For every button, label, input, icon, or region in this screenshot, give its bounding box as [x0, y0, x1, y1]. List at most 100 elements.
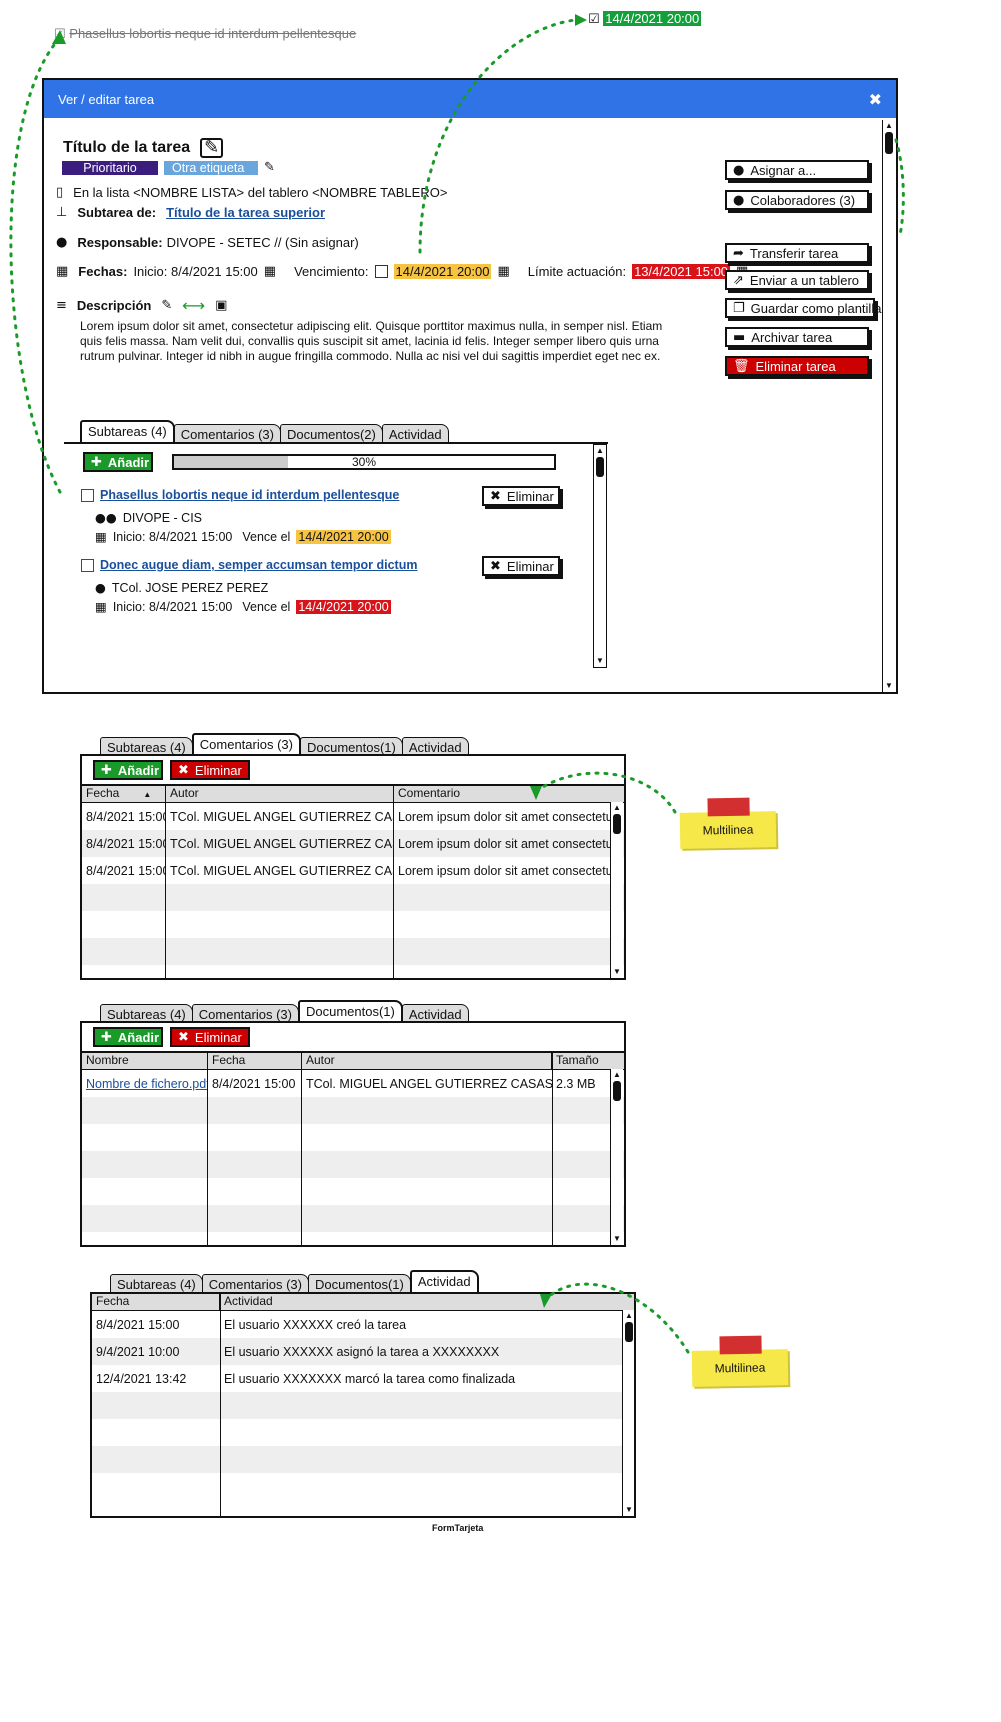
responsible-value[interactable]: DIVOPE - SETEC // (Sin asignar)	[167, 235, 359, 250]
responsible-label: Responsable:	[77, 235, 163, 250]
cell: TCol. MIGUEL ANGEL GUTIERREZ CASAS	[170, 863, 394, 878]
subtask-checkbox[interactable]	[81, 558, 94, 572]
column-header[interactable]: Actividad	[220, 1294, 620, 1310]
tab-activity[interactable]: Actividad	[381, 424, 449, 444]
due-checkbox[interactable]	[374, 265, 388, 278]
limit-date[interactable]: 13/4/2021 15:00	[632, 264, 731, 279]
table-row	[82, 1124, 624, 1151]
add-document-button[interactable]: ✚ Añadir	[93, 1027, 163, 1047]
edit-title-icon[interactable]: ✎	[200, 138, 224, 158]
tag-priority[interactable]: Prioritario	[62, 160, 158, 175]
subtask-delete-button[interactable]: ✖ Eliminar	[482, 556, 560, 576]
tab-activity[interactable]: Actividad	[409, 1270, 479, 1294]
table-row[interactable]: 8/4/2021 15:00 El usuario XXXXXX creó la …	[92, 1311, 634, 1338]
send-board-button[interactable]: ⇗ Enviar a un tablero	[725, 270, 869, 290]
calendar-icon[interactable]: ▦	[497, 264, 509, 279]
close-icon[interactable]: ✖	[869, 90, 882, 109]
subtasks-scrollbar[interactable]: ▲ ▼	[593, 444, 607, 668]
add-comment-button[interactable]: ✚ Añadir	[93, 760, 163, 780]
note-text: Multilinea	[702, 822, 754, 838]
description-label: Descripción	[76, 298, 152, 313]
tab-subtasks[interactable]: Subtareas (4)	[110, 1274, 203, 1294]
activity-scrollbar[interactable]: ▲ ▼	[622, 1310, 634, 1516]
subtask-delete-button[interactable]: ✖ Eliminar	[482, 486, 560, 506]
collaborators-button[interactable]: ● Colaboradores (3)	[725, 190, 869, 210]
table-row	[82, 1097, 624, 1124]
cell: 8/4/2021 15:00	[212, 1076, 296, 1091]
table-row	[82, 1205, 624, 1232]
scroll-down-icon[interactable]: ▼	[594, 655, 606, 667]
column-header[interactable]: Fecha	[92, 1294, 220, 1310]
scroll-down-icon[interactable]: ▼	[611, 1233, 623, 1245]
column-header[interactable]: Fecha	[208, 1053, 302, 1069]
archive-button[interactable]: ▬ Archivar tarea	[725, 327, 869, 347]
subtask-owner: ●● DIVOPE - CIS	[95, 510, 202, 525]
dialog-scrollbar[interactable]: ▲ ▼	[882, 120, 895, 692]
scroll-up-icon[interactable]: ▲	[594, 445, 606, 457]
close-icon: ✖	[490, 558, 501, 574]
subtask-due: 14/4/2021 20:00	[296, 599, 391, 614]
add-subtask-button[interactable]: ✚ Añadir	[83, 452, 153, 472]
table-row[interactable]: 8/4/2021 15:00 TCol. MIGUEL ANGEL GUTIERR…	[82, 857, 624, 884]
table-row[interactable]: 8/4/2021 15:00 TCol. MIGUEL ANGEL GUTIERR…	[82, 830, 624, 857]
scroll-thumb[interactable]	[885, 132, 893, 154]
parent-task-link[interactable]: Título de la tarea superior	[166, 205, 325, 220]
transfer-button[interactable]: ➦ Transferir tarea	[725, 243, 869, 263]
tabs-activity: Subtareas (4) Comentarios (3) Documentos…	[110, 1270, 479, 1294]
column-header[interactable]: Fecha ▲	[82, 786, 166, 802]
table-row[interactable]: Nombre de fichero.pdf 8/4/2021 15:00 TCo…	[82, 1070, 624, 1097]
done-subtask-preview: ☑ Phasellus lobortis neque id interdum p…	[54, 26, 356, 42]
scroll-thumb[interactable]	[625, 1322, 633, 1342]
save-template-button[interactable]: ❐ Guardar como plantilla	[725, 298, 881, 318]
description-text[interactable]: Lorem ipsum dolor sit amet, consectetur …	[80, 319, 680, 364]
scroll-thumb[interactable]	[613, 814, 621, 834]
scroll-up-icon[interactable]: ▲	[611, 802, 623, 814]
column-header[interactable]: Tamaño	[552, 1053, 622, 1069]
table-row[interactable]: 9/4/2021 10:00 El usuario XXXXXX asignó l…	[92, 1338, 634, 1365]
tab-documents[interactable]: Documentos(2)	[279, 424, 383, 444]
due-date[interactable]: 14/4/2021 20:00	[393, 264, 492, 279]
scroll-thumb[interactable]	[596, 457, 604, 477]
scroll-down-icon[interactable]: ▼	[623, 1504, 634, 1516]
tab-documents[interactable]: Documentos(1)	[307, 1274, 411, 1294]
scroll-up-icon[interactable]: ▲	[883, 120, 895, 132]
cell: TCol. MIGUEL ANGEL GUTIERREZ CASAS	[170, 809, 394, 824]
dates-row: ▦ Fechas: Inicio: 8/4/2021 15:00 ▦ Venci…	[56, 264, 748, 279]
scroll-thumb[interactable]	[613, 1081, 621, 1101]
sort-up-icon: ▲	[143, 790, 152, 799]
scroll-up-icon[interactable]: ▲	[611, 1069, 623, 1081]
assign-button[interactable]: ● Asignar a...	[725, 160, 869, 180]
tab-comments[interactable]: Comentarios (3)	[173, 424, 281, 444]
text-lines-icon: ≡	[56, 298, 67, 313]
scroll-down-icon[interactable]: ▼	[883, 680, 895, 692]
tab-subtasks[interactable]: Subtareas (4)	[80, 420, 175, 444]
delete-task-button[interactable]: 🗑 Eliminar tarea	[725, 356, 869, 376]
delete-document-button[interactable]: ✖ Eliminar	[170, 1027, 250, 1047]
table-row[interactable]: 12/4/2021 13:42 El usuario XXXXXXX marcó …	[92, 1365, 634, 1392]
edit-description-icon[interactable]: ✎	[161, 298, 172, 313]
scroll-up-icon[interactable]: ▲	[623, 1310, 634, 1322]
subtask-title[interactable]: Phasellus lobortis neque id interdum pel…	[100, 488, 399, 502]
scroll-down-icon[interactable]: ▼	[611, 966, 623, 978]
column-header[interactable]: Autor	[302, 1053, 552, 1069]
edit-tags-icon[interactable]: ✎	[264, 160, 275, 175]
save-icon[interactable]: ▣	[215, 298, 227, 313]
comments-scrollbar[interactable]: ▲ ▼	[610, 802, 623, 978]
progress-bar: 30%	[172, 454, 556, 470]
delete-comment-button[interactable]: ✖ Eliminar	[170, 760, 250, 780]
file-link[interactable]: Nombre de fichero.pdf	[82, 1070, 208, 1097]
documents-scrollbar[interactable]: ▲ ▼	[610, 1069, 623, 1245]
tag-other[interactable]: Otra etiqueta	[164, 160, 258, 175]
parent-task-label: Subtarea de:	[77, 205, 157, 220]
cell: TCol. MIGUEL ANGEL GUTIERREZ CASAS	[306, 1076, 552, 1091]
start-date[interactable]: Inicio: 8/4/2021 15:00	[133, 264, 257, 279]
tab-comments[interactable]: Comentarios (3)	[201, 1274, 309, 1294]
subtask-title[interactable]: Donec augue diam, semper accumsan tempor…	[100, 558, 417, 572]
column-header[interactable]: Nombre	[82, 1053, 208, 1069]
column-header[interactable]: Comentario	[394, 786, 612, 802]
table-row[interactable]: 8/4/2021 15:00 TCol. MIGUEL ANGEL GUTIERR…	[82, 803, 624, 830]
tag-list: Prioritario Otra etiqueta ✎	[62, 160, 275, 175]
column-header[interactable]: Autor	[166, 786, 394, 802]
subtask-checkbox[interactable]	[81, 488, 94, 502]
calendar-icon[interactable]: ▦	[264, 264, 276, 279]
